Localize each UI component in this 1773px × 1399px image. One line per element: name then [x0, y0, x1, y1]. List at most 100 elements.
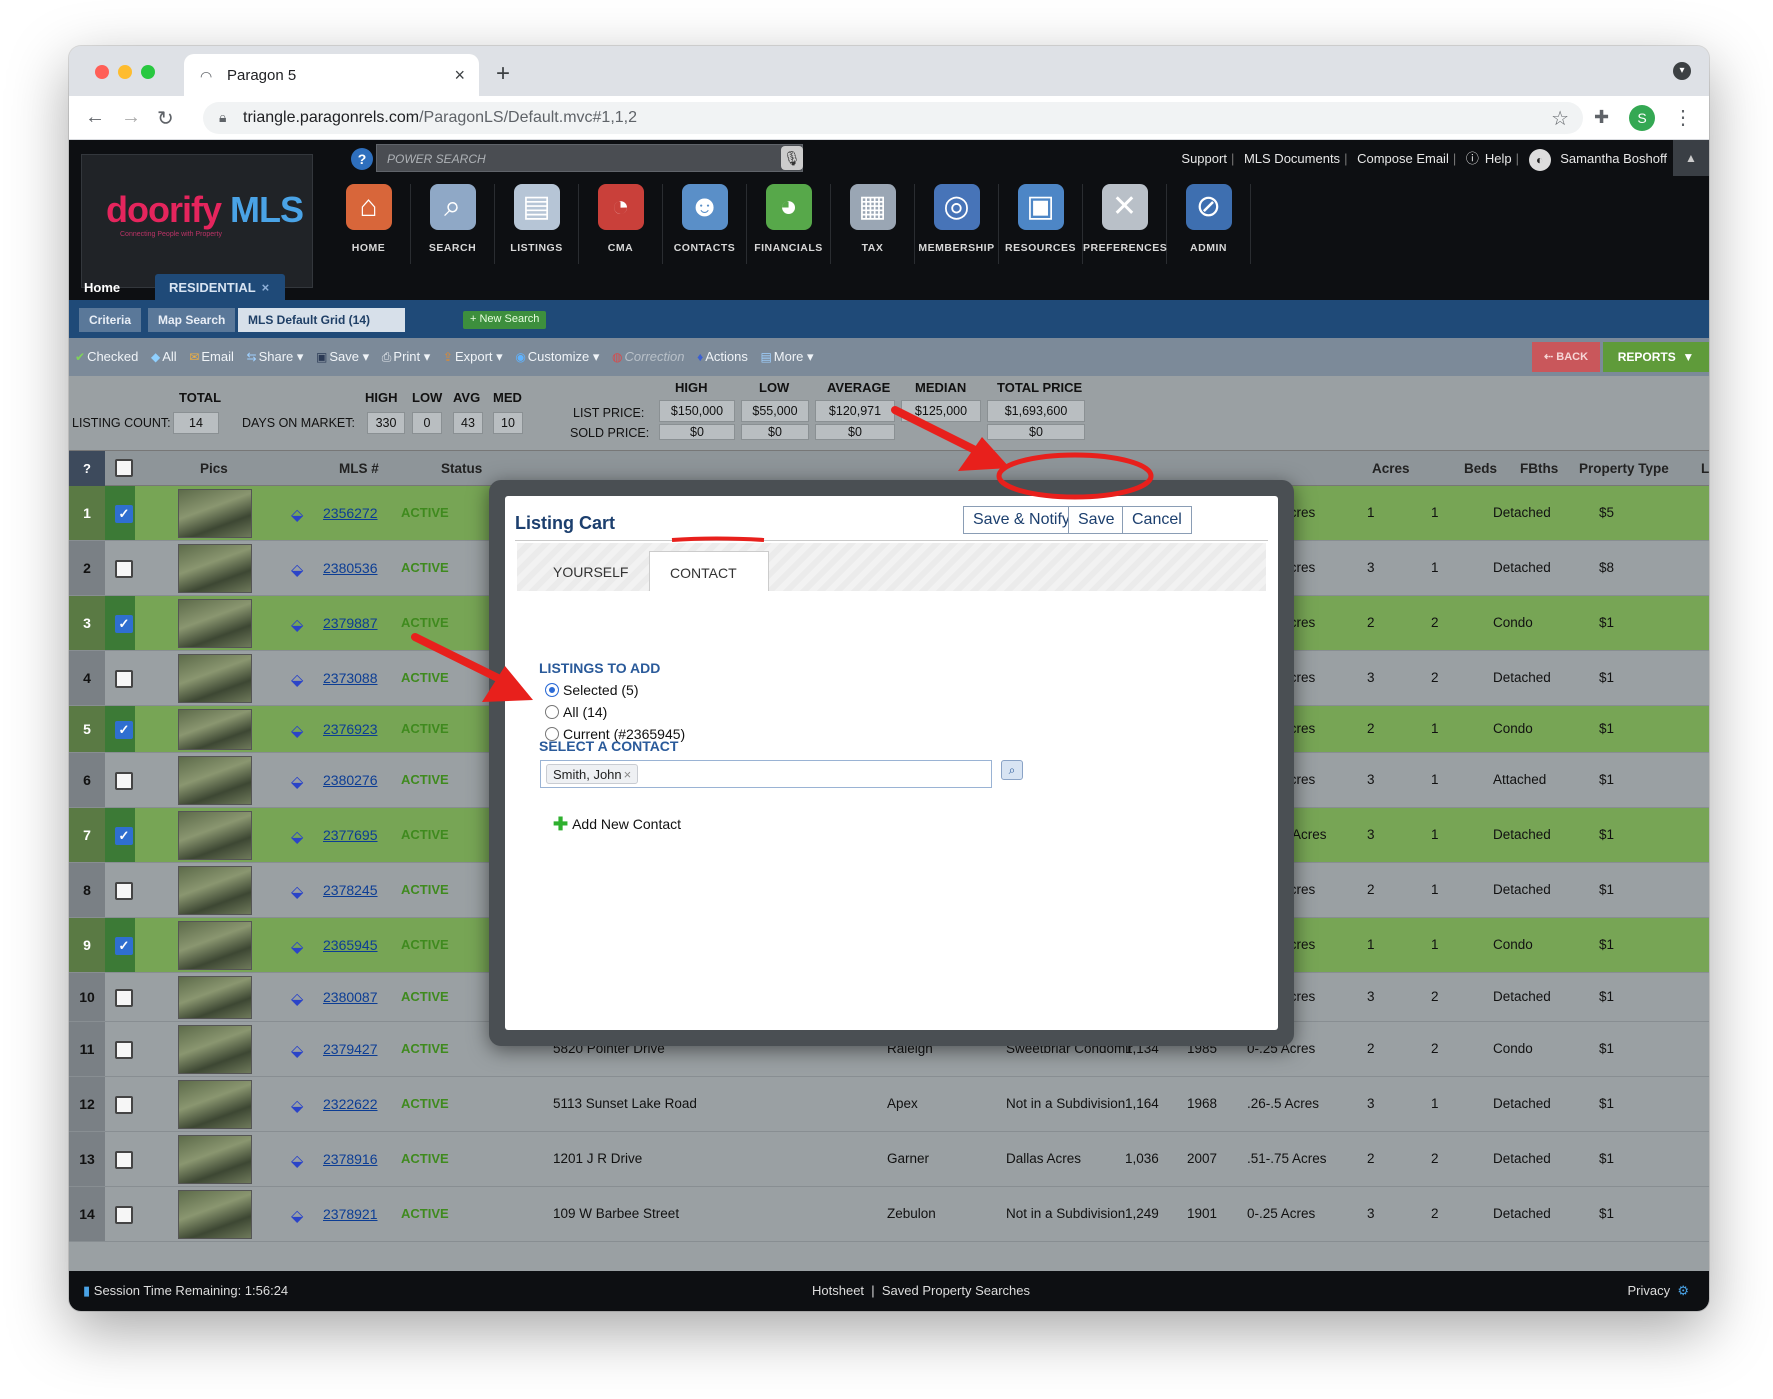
settings-gear-icon[interactable]: ⚙: [1677, 1283, 1689, 1298]
listing-photo[interactable]: [178, 1080, 252, 1129]
listing-pin-icon[interactable]: ⬙: [291, 937, 303, 957]
contact-lookup-icon[interactable]: ⌕: [1001, 760, 1023, 780]
new-search-button[interactable]: + New Search: [463, 311, 547, 329]
row-checkbox[interactable]: [115, 1096, 133, 1114]
save-notify-button[interactable]: Save & Notify: [963, 506, 1080, 534]
tab-map-search[interactable]: Map Search: [148, 308, 236, 332]
listing-pin-icon[interactable]: ⬙: [291, 1096, 303, 1116]
header-acres[interactable]: Acres: [1372, 461, 1410, 476]
browser-menu-icon[interactable]: ⋮: [1673, 105, 1693, 130]
listing-photo[interactable]: [178, 654, 252, 703]
browser-tab[interactable]: ◠ Paragon 5 ×: [184, 54, 479, 96]
tab-mls-default-grid[interactable]: MLS Default Grid (14): [238, 308, 405, 332]
profile-avatar[interactable]: S: [1629, 105, 1655, 131]
help-circle-icon[interactable]: ⓘ: [1466, 151, 1479, 166]
nav-membership[interactable]: ◎ MEMBERSHIP: [915, 184, 999, 264]
listing-photo[interactable]: [178, 1025, 252, 1074]
listing-pin-icon[interactable]: ⬙: [291, 505, 303, 525]
mls-link[interactable]: 2322622: [323, 1096, 378, 1112]
tab-contact[interactable]: CONTACT: [649, 551, 769, 591]
listing-pin-icon[interactable]: ⬙: [291, 989, 303, 1009]
row-checkbox[interactable]: ✓: [115, 615, 133, 633]
back-arrow-icon[interactable]: ←: [85, 106, 105, 129]
mls-link[interactable]: 2378921: [323, 1206, 378, 1222]
row-checkbox[interactable]: ✓: [115, 721, 133, 739]
add-new-contact-link[interactable]: ✚ Add New Contact: [553, 814, 681, 835]
remove-chip-icon[interactable]: ×: [624, 767, 632, 782]
listing-pin-icon[interactable]: ⬙: [291, 1151, 303, 1171]
bookmark-star-icon[interactable]: ☆: [1551, 106, 1569, 131]
minimize-window-button[interactable]: [118, 65, 132, 79]
forward-arrow-icon[interactable]: →: [121, 106, 141, 129]
table-row[interactable]: 13 ⬙ 2378916 ACTIVE 1201 J R Drive Garner Dall…: [69, 1132, 1709, 1187]
listing-photo[interactable]: [178, 1135, 252, 1184]
table-row[interactable]: 12 ⬙ 2322622 ACTIVE 5113 Sunset Lake Road Ape…: [69, 1077, 1709, 1132]
mls-link[interactable]: 2365945: [323, 937, 378, 953]
row-checkbox[interactable]: ✓: [115, 827, 133, 845]
listing-pin-icon[interactable]: ⬙: [291, 882, 303, 902]
listing-photo[interactable]: [178, 489, 252, 538]
listing-photo[interactable]: [178, 976, 252, 1019]
power-search-input[interactable]: POWER SEARCH: [376, 144, 803, 172]
listing-pin-icon[interactable]: ⬙: [291, 721, 303, 741]
row-checkbox[interactable]: [115, 882, 133, 900]
extensions-puzzle-icon[interactable]: ✚: [1594, 107, 1609, 128]
nav-tax[interactable]: ▦ TAX: [831, 184, 915, 264]
nav-listings[interactable]: ▤ LISTINGS: [495, 184, 579, 264]
tab-home[interactable]: Home: [79, 274, 155, 300]
listing-photo[interactable]: [178, 921, 252, 970]
microphone-icon[interactable]: 🎙︎: [781, 146, 803, 170]
header-l[interactable]: L: [1701, 461, 1709, 476]
mls-link[interactable]: 2376923: [323, 721, 378, 737]
privacy-link[interactable]: Privacy: [1627, 1283, 1670, 1298]
nav-resources[interactable]: ▣ RESOURCES: [999, 184, 1083, 264]
tab-residential[interactable]: RESIDENTIAL ×: [155, 274, 285, 300]
select-all-checkbox[interactable]: [115, 459, 133, 477]
radio-dot-selected-icon[interactable]: [545, 683, 559, 697]
user-avatar-icon[interactable]: ◐: [1528, 148, 1551, 171]
header-pics[interactable]: Pics: [200, 461, 228, 476]
mls-link[interactable]: 2380276: [323, 772, 378, 788]
logo-panel[interactable]: doorify MLS Connecting People with Prope…: [81, 154, 313, 288]
row-checkbox[interactable]: [115, 772, 133, 790]
tab-criteria[interactable]: Criteria: [79, 308, 142, 332]
nav-cma[interactable]: ◔ CMA: [579, 184, 663, 264]
header-property-type[interactable]: Property Type: [1579, 461, 1669, 476]
tab-search-icon[interactable]: ▾: [1673, 62, 1691, 80]
listing-pin-icon[interactable]: ⬙: [291, 1041, 303, 1061]
address-bar[interactable]: 🔒︎ triangle.paragonrels.com/ParagonLS/De…: [203, 102, 1583, 134]
row-checkbox[interactable]: [115, 989, 133, 1007]
listing-photo[interactable]: [178, 709, 252, 750]
compose-email-link[interactable]: Compose Email: [1357, 151, 1449, 166]
mls-link[interactable]: 2378916: [323, 1151, 378, 1167]
maximize-window-button[interactable]: [141, 65, 155, 79]
checked-button[interactable]: ✔ Checked: [75, 349, 138, 364]
nav-admin[interactable]: ⊘ ADMIN: [1167, 184, 1251, 264]
header-mls[interactable]: MLS #: [339, 461, 379, 476]
listing-photo[interactable]: [178, 1190, 252, 1239]
contact-input[interactable]: Smith, John ×: [540, 760, 992, 788]
row-checkbox[interactable]: [115, 1206, 133, 1224]
close-tab-icon[interactable]: ×: [454, 65, 465, 86]
listing-pin-icon[interactable]: ⬙: [291, 670, 303, 690]
all-button[interactable]: ◆ All: [151, 349, 177, 364]
listing-pin-icon[interactable]: ⬙: [291, 560, 303, 580]
listing-pin-icon[interactable]: ⬙: [291, 1206, 303, 1226]
mls-link[interactable]: 2379887: [323, 615, 378, 631]
back-button[interactable]: ⇠ BACK: [1532, 342, 1600, 372]
save-button[interactable]: Save: [1068, 506, 1125, 534]
support-link[interactable]: Support: [1181, 151, 1227, 166]
header-status[interactable]: Status: [441, 461, 482, 476]
close-tab-x-icon[interactable]: ×: [262, 280, 270, 295]
header-beds[interactable]: Beds: [1464, 461, 1497, 476]
actions-button[interactable]: ♦ Actions: [697, 349, 748, 364]
mls-documents-link[interactable]: MLS Documents: [1244, 151, 1340, 166]
row-checkbox[interactable]: [115, 1041, 133, 1059]
export-button[interactable]: ⇪ Export ▾: [443, 349, 503, 364]
new-tab-button[interactable]: +: [496, 60, 510, 88]
reports-button[interactable]: REPORTS ▼: [1603, 342, 1709, 372]
mls-link[interactable]: 2378245: [323, 882, 378, 898]
tab-yourself[interactable]: YOURSELF: [533, 551, 648, 591]
more-button[interactable]: ▤ More ▾: [760, 349, 813, 364]
save-menu-button[interactable]: ▣ Save ▾: [316, 349, 369, 364]
